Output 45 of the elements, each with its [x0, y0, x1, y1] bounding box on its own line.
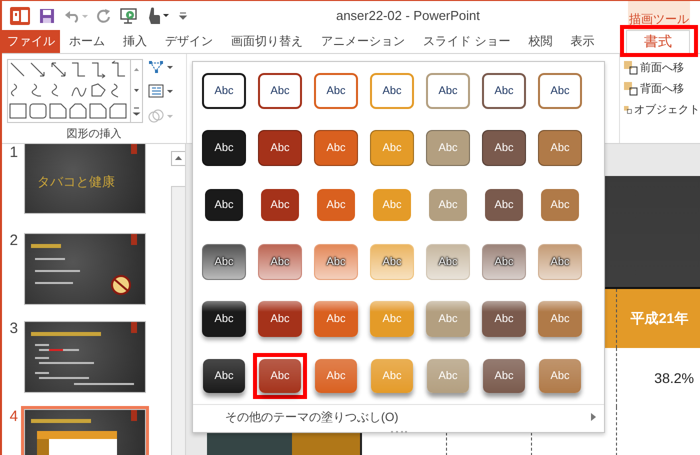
ribbon-tab[interactable]: 校閲: [519, 30, 562, 53]
slide-number: 2: [8, 232, 18, 251]
table-cell-text: 38.2%: [653, 368, 695, 388]
save-icon[interactable]: [39, 8, 55, 24]
ribbon-tab[interactable]: スライド ショー: [414, 30, 520, 53]
table-header-cell-text: 平成21年: [630, 308, 690, 328]
slide-thumbnail[interactable]: [24, 233, 146, 305]
more-fills-menu-item[interactable]: その他のテーマの塗りつぶし(O): [193, 405, 604, 426]
arrange-button[interactable]: オブジェクト: [624, 102, 700, 117]
window-title: anser22-02 - PowerPoint: [335, 8, 481, 23]
touch-hand-icon[interactable]: [147, 6, 169, 24]
layer-icon: [624, 60, 638, 74]
slide-number: 4: [8, 408, 18, 427]
presentation-icon[interactable]: [120, 8, 138, 24]
slide-number: 3: [8, 320, 18, 339]
scroll-up-button[interactable]: [171, 151, 185, 166]
powerpoint-logo-icon: [10, 6, 30, 24]
accent-bar: [131, 234, 137, 245]
arrange-button[interactable]: 前面へ移: [624, 60, 700, 75]
submenu-arrow-icon: [591, 413, 596, 421]
ribbon-tab[interactable]: アニメーション: [312, 30, 414, 53]
undo-icon[interactable]: [64, 8, 88, 22]
style-swatch[interactable]: Abc: [253, 352, 307, 398]
ribbon-tab[interactable]: 書式: [626, 30, 690, 54]
slide-number: 1: [8, 144, 18, 163]
ribbon-tab[interactable]: デザイン: [156, 30, 222, 53]
ribbon-tab[interactable]: 挿入: [114, 30, 156, 53]
slide-title: タバコと健康: [37, 173, 115, 191]
text-box-icon[interactable]: [148, 84, 174, 98]
edit-shape-icon[interactable]: [148, 60, 174, 74]
accent-bar: [131, 322, 137, 333]
group-label: 図形の挿入: [66, 127, 122, 141]
customize-toolbar-icon[interactable]: [178, 10, 188, 20]
scroll-track[interactable]: [171, 186, 185, 455]
arrange-button[interactable]: 背面へ移: [624, 81, 700, 96]
slide-thumbnail[interactable]: タバコと健康: [24, 144, 146, 214]
ribbon-tab[interactable]: 表示: [561, 30, 604, 53]
ribbon-tab[interactable]: ファイル: [2, 30, 60, 53]
redo-icon[interactable]: [97, 8, 111, 22]
layer-icon: [624, 82, 638, 96]
accent-bar: [131, 410, 137, 421]
slide-thumbnail[interactable]: [24, 321, 146, 393]
ribbon-tab[interactable]: ホーム: [60, 30, 114, 53]
accent-bar: [131, 144, 137, 154]
ribbon-tab[interactable]: 画面切り替え: [222, 30, 312, 53]
